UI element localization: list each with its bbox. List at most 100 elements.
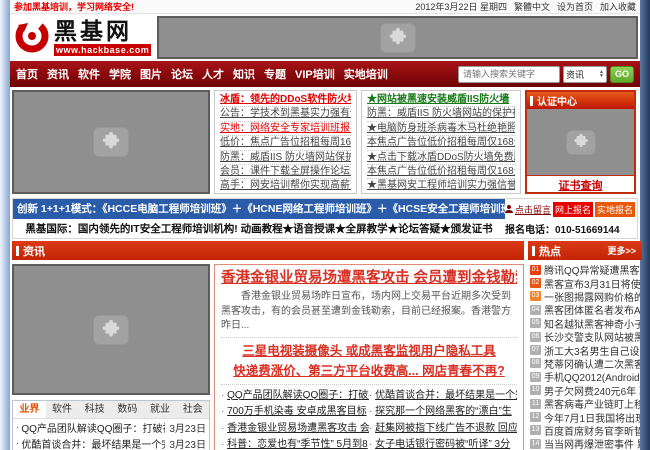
- nav-item-talent[interactable]: 人才: [202, 66, 224, 82]
- main-navigation: 首页 资讯 软件 学院 图片 论坛 人才 知识 专题 VIP培训 实地培训 资讯…: [10, 61, 640, 87]
- news-list-item[interactable]: · 优酷首谈合并：最坏结果是一个完: [369, 388, 517, 405]
- rank-badge: 08: [530, 358, 541, 368]
- hot-item[interactable]: 10男子欠网费240元6年 联: [530, 384, 640, 397]
- hot-item[interactable]: 03一张图揭露网购价格的奥: [530, 290, 640, 303]
- category-tabs: 业界 软件 科技 数码 就业 社会: [13, 401, 209, 419]
- page-content: 参加黑基培训，学习网络安全! 2012年3月22日 星期四 繁體中文 设为首页 …: [10, 0, 640, 450]
- news-left-column: 业界 软件 科技 数码 就业 社会 · QQ产品团队解读QQ圈子：打破社交篱笆 …: [12, 264, 210, 450]
- rank-badge: 12: [530, 412, 541, 422]
- certification-center-box: 认证中心 证书查询: [525, 90, 636, 194]
- site-slogan: 参加黑基培训，学习网络安全!: [14, 0, 134, 13]
- nav-item-vip-training[interactable]: VIP培训: [295, 66, 335, 82]
- focus-link[interactable]: ★黑基网安工程师培训实力强信誉好: [367, 179, 515, 193]
- topbar-right: 2012年3月22日 星期四 繁體中文 设为首页 加入收藏: [415, 0, 636, 13]
- add-favorite-link[interactable]: 加入收藏: [600, 0, 636, 13]
- hot-item[interactable]: 08梵蒂冈确认遭二次黑客攻: [530, 357, 640, 370]
- certificate-query-link[interactable]: 证书查询: [559, 180, 603, 192]
- focus-link[interactable]: 低价：焦点广告位招租每周168元: [220, 136, 351, 150]
- site-logo[interactable]: 黑基网 www.hackbase.com: [12, 15, 154, 60]
- nav-item-pictures[interactable]: 图片: [140, 66, 162, 82]
- onsite-signup-button[interactable]: 实地报名: [595, 202, 635, 217]
- broken-image-icon: [93, 127, 129, 157]
- focus-link[interactable]: 会员：课件下载全屏操作论坛答疑: [220, 165, 351, 179]
- tab-jobs[interactable]: 就业: [144, 401, 177, 418]
- nav-item-academy[interactable]: 学院: [109, 66, 131, 82]
- news-list-item[interactable]: · 香港金银业贸易场遭黑客攻击 会: [221, 421, 369, 438]
- hot-item[interactable]: 07浙工大3名男生自己设计: [530, 343, 640, 356]
- focus-link[interactable]: 防黑：威盾IIS 防火墙网站的保护神: [367, 107, 515, 121]
- sub-headline-link[interactable]: 三星电视装摄像头 或成黑客监视用户隐私工具: [221, 341, 517, 361]
- nav-item-forum[interactable]: 论坛: [171, 66, 193, 82]
- consult-link[interactable]: 点击留言: [504, 203, 551, 216]
- nav-item-news[interactable]: 资讯: [47, 66, 69, 82]
- certification-image[interactable]: [527, 109, 634, 176]
- main-area: 资讯 业界 软件 科技: [12, 241, 638, 450]
- traditional-chinese-link[interactable]: 繁體中文: [514, 0, 550, 13]
- focus-link[interactable]: 防黑：威盾IIS 防火墙网站保护神: [220, 151, 351, 165]
- tab-software[interactable]: 软件: [46, 401, 79, 418]
- focus-link[interactable]: ★网站被黑速安装威盾IIS防火墙: [367, 93, 515, 107]
- focus-ad-image[interactable]: [12, 90, 210, 194]
- focus-strip: 冰盾：领先的DDoS软件防火墙 公告：学技术到黑基实力强有保障 实地：网络安全专…: [10, 87, 640, 198]
- training-description: 黑基国际：国内领先的IT安全工程师培训机构! 动画教程★语音授课★全屏教学★论坛…: [13, 221, 505, 236]
- tab-tech[interactable]: 科技: [78, 401, 111, 418]
- focus-link[interactable]: 公告：学技术到黑基实力强有保障: [220, 107, 351, 121]
- training-banner: 创新 1+1+1模式：《HCCE电脑工程师培训班》＋《HCNE网络工程师培训班》…: [12, 198, 638, 239]
- news-list-item[interactable]: · 女子电话银行密码被“听译” 3分: [369, 437, 517, 450]
- hot-item[interactable]: 05知名越狱黑客神奇小子G: [530, 317, 640, 330]
- nav-item-software[interactable]: 软件: [78, 66, 100, 82]
- search-category-select[interactable]: 资讯 ▲▼: [563, 66, 607, 83]
- hot-item[interactable]: 11黑客病毒产业链盯上移动: [530, 397, 640, 410]
- focus-link[interactable]: ★电脑防身班杀病毒木马杜绝艳照门: [367, 122, 515, 136]
- nav-item-topics[interactable]: 专题: [264, 66, 286, 82]
- page: 参加黑基培训，学习网络安全! 2012年3月22日 星期四 繁體中文 设为首页 …: [0, 0, 650, 450]
- focus-link[interactable]: 冰盾：领先的DDoS软件防火墙: [220, 93, 351, 107]
- tab-society[interactable]: 社会: [176, 401, 209, 418]
- news-list-item[interactable]: · 700万手机染毒 安卓成黑客目标: [221, 404, 369, 421]
- news-list-item[interactable]: · 赶集网被指下线广告不退款 回应: [369, 421, 517, 438]
- header-ad-banner-image[interactable]: [157, 16, 638, 59]
- rank-badge: 07: [530, 345, 541, 355]
- more-link[interactable]: 更多>>: [607, 244, 636, 257]
- focus-link[interactable]: 本焦点广告位低价招租每周仅168元: [367, 165, 515, 179]
- header-accent-bar: [16, 246, 19, 256]
- news-list-item[interactable]: · 科普：恋爱也有“季节性” 5月到8: [221, 437, 369, 450]
- hot-item[interactable]: 09手机QQ2012(Android)发: [530, 370, 640, 383]
- nav-item-onsite-training[interactable]: 实地培训: [344, 66, 388, 82]
- focus-link[interactable]: ★点击下载冰盾DDoS防火墙免费版: [367, 151, 515, 165]
- rank-badge: 09: [530, 372, 541, 382]
- main-headline-link[interactable]: 香港金银业贸易场遭黑客攻击 会员遭到金钱勒索: [221, 268, 517, 289]
- hot-item[interactable]: 02黑客宣布3月31日将使全: [530, 276, 640, 289]
- news-list-item[interactable]: · 探究那一个网络黑客的“漂白”生: [369, 404, 517, 421]
- hot-item[interactable]: 13百度首席财务官李昕晢：: [530, 424, 640, 437]
- dragon-logo-icon: [12, 15, 52, 60]
- hot-item[interactable]: 14当当网再爆泄密事件 累: [530, 437, 640, 450]
- focus-link[interactable]: 本焦点广告位低价招租每周仅168元: [367, 136, 515, 150]
- sub-headline-link[interactable]: 快递费涨价、第三方平台收费高... 网店青春不再?: [221, 361, 517, 381]
- tab-industry[interactable]: 业界: [13, 401, 46, 418]
- set-homepage-link[interactable]: 设为首页: [557, 0, 593, 13]
- divider: [221, 337, 517, 338]
- search-go-button[interactable]: GO: [610, 66, 634, 83]
- broken-image-icon: [93, 315, 129, 345]
- focus-link[interactable]: 高手：网安培训帮你实现高薪梦想: [220, 179, 351, 193]
- news-photo[interactable]: [12, 264, 210, 395]
- hot-item[interactable]: 06长沙交警支队网站被黑: [530, 330, 640, 343]
- focus-link[interactable]: 实地：网络安全专家培训班报名中: [220, 122, 351, 136]
- nav-item-home[interactable]: 首页: [16, 66, 38, 82]
- hot-item[interactable]: 04黑客团体匿名者发布Ano: [530, 303, 640, 316]
- search-input[interactable]: [458, 66, 560, 83]
- headline-summary: 香港金银业贸易场昨日宣布，场内网上交易平台近期多次受到黑客攻击，有的会员甚至遭到…: [221, 290, 517, 334]
- hot-item[interactable]: 12今年7月1日我国将出现7: [530, 410, 640, 423]
- online-signup-button[interactable]: 网上报名: [553, 202, 593, 217]
- training-mode-headline[interactable]: 创新 1+1+1模式：《HCCE电脑工程师培训班》＋《HCNE网络工程师培训班》…: [13, 199, 505, 219]
- tab-digital[interactable]: 数码: [111, 401, 144, 418]
- tab-list-item[interactable]: · QQ产品团队解读QQ圈子：打破社交篱笆 3月23日: [13, 419, 209, 435]
- hot-item[interactable]: 01腾讯QQ异常疑遭黑客攻击: [530, 263, 640, 276]
- news-list-item[interactable]: · QQ产品团队解读QQ圈子：打破社: [221, 388, 369, 405]
- tab-list-item[interactable]: · 优酷首谈合并：最坏结果是一个完了另一 3月23日: [13, 435, 209, 450]
- banner-actions: 点击留言 网上报名 实地报名: [505, 202, 637, 217]
- nav-item-knowledge[interactable]: 知识: [233, 66, 255, 82]
- news-link-list: · QQ产品团队解读QQ圈子：打破社 · 优酷首谈合并：最坏结果是一个完 · 7…: [221, 388, 517, 450]
- rank-badge: 10: [530, 385, 541, 395]
